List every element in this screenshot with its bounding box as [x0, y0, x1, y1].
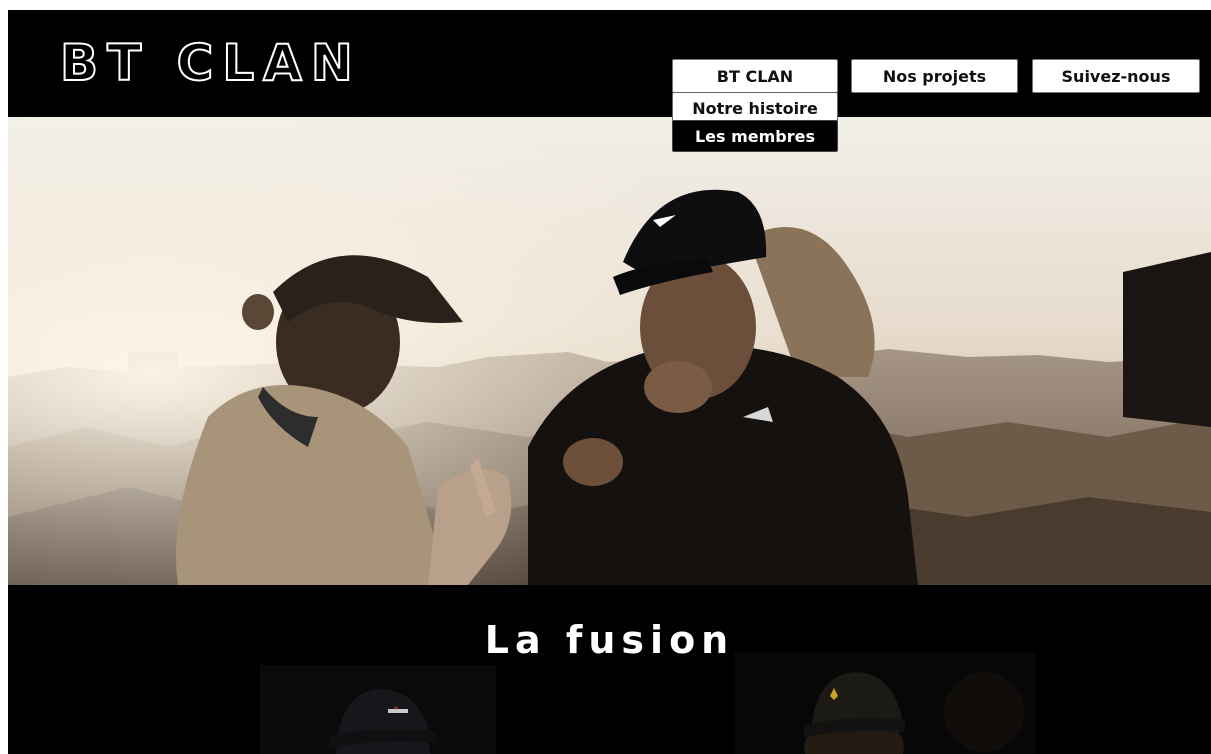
nav-item-suivez-nous[interactable]: Suivez-nous — [1032, 59, 1200, 93]
nav-item-bt-clan[interactable]: BT CLAN — [672, 59, 838, 93]
site-header: BT CLAN BT CLAN Nos projets Suivez-nous — [8, 10, 1211, 117]
member-photo-right — [734, 652, 1036, 754]
member-image-left — [260, 665, 496, 754]
site-logo[interactable]: BT CLAN — [59, 33, 362, 93]
page-frame: BT CLAN BT CLAN Nos projets Suivez-nous — [8, 10, 1211, 754]
dropdown-item-les-membres[interactable]: Les membres — [672, 120, 838, 152]
member-photo-left — [260, 665, 496, 754]
hero-image — [8, 117, 1211, 585]
member-image-right — [734, 652, 1036, 754]
nav-item-nos-projets[interactable]: Nos projets — [851, 59, 1018, 93]
hero-photo — [8, 117, 1211, 585]
